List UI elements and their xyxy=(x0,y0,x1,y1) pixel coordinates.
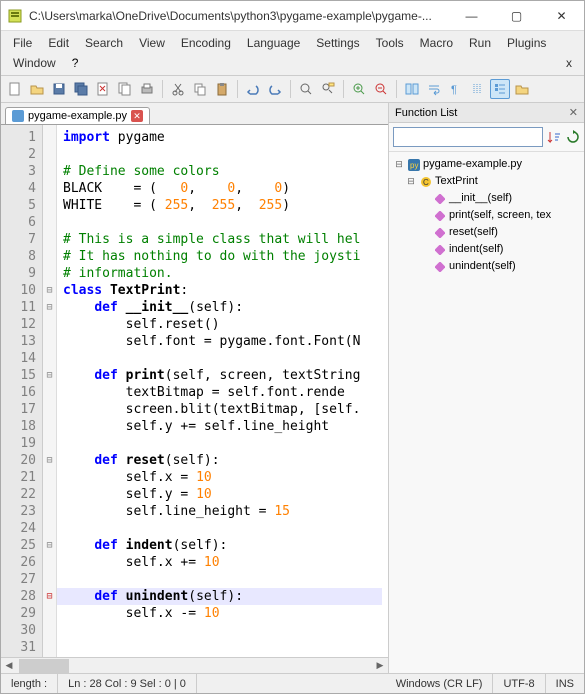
python-file-icon: py xyxy=(407,158,421,172)
app-window: C:\Users\marka\OneDrive\Documents\python… xyxy=(0,0,585,694)
all-chars-icon[interactable]: ¶ xyxy=(446,79,466,99)
menu-edit[interactable]: Edit xyxy=(40,33,77,53)
scrollbar-thumb[interactable] xyxy=(19,659,69,673)
menu-macro[interactable]: Macro xyxy=(412,33,461,53)
save-icon[interactable] xyxy=(49,79,69,99)
maximize-button[interactable]: ▢ xyxy=(494,1,539,30)
tree-root[interactable]: ⊟ py pygame-example.py xyxy=(391,156,582,173)
panel-tools xyxy=(389,123,584,152)
menu-plugins[interactable]: Plugins xyxy=(499,33,554,53)
app-icon xyxy=(7,8,23,24)
menu-help[interactable]: ? xyxy=(64,53,87,73)
zoom-in-icon[interactable] xyxy=(349,79,369,99)
menu-search[interactable]: Search xyxy=(77,33,131,53)
class-icon: C xyxy=(419,175,433,189)
menu-language[interactable]: Language xyxy=(239,33,308,53)
editor-pane: pygame-example.py ✕ 12345678910111213141… xyxy=(1,103,389,673)
main-area: pygame-example.py ✕ 12345678910111213141… xyxy=(1,103,584,673)
tab-close-icon[interactable]: ✕ xyxy=(131,110,143,122)
menu-view[interactable]: View xyxy=(131,33,173,53)
redo-icon[interactable] xyxy=(265,79,285,99)
menu-window[interactable]: Window xyxy=(5,53,64,73)
collapse-icon[interactable]: ⊟ xyxy=(405,173,417,190)
tree-method[interactable]: indent(self) xyxy=(391,241,582,258)
status-eol[interactable]: Windows (CR LF) xyxy=(386,674,494,693)
svg-text:C: C xyxy=(423,178,429,187)
tab-bar: pygame-example.py ✕ xyxy=(1,103,388,125)
close-button[interactable]: ✕ xyxy=(539,1,584,30)
menu-settings[interactable]: Settings xyxy=(308,33,367,53)
copy-icon[interactable] xyxy=(190,79,210,99)
open-file-icon[interactable] xyxy=(27,79,47,99)
new-file-icon[interactable] xyxy=(5,79,25,99)
find-icon[interactable] xyxy=(296,79,316,99)
menu-encoding[interactable]: Encoding xyxy=(173,33,239,53)
tab-file[interactable]: pygame-example.py ✕ xyxy=(5,107,150,124)
replace-icon[interactable] xyxy=(318,79,338,99)
tree-method[interactable]: unindent(self) xyxy=(391,258,582,275)
scroll-left-icon[interactable]: ◀ xyxy=(1,659,17,673)
status-ins[interactable]: INS xyxy=(546,674,584,693)
svg-text:py: py xyxy=(410,161,418,170)
svg-text:¶: ¶ xyxy=(451,84,457,96)
status-length: length : xyxy=(1,674,58,693)
close-all-icon[interactable] xyxy=(115,79,135,99)
status-encoding[interactable]: UTF-8 xyxy=(493,674,545,693)
folder-icon[interactable] xyxy=(512,79,532,99)
sync-scroll-icon[interactable] xyxy=(402,79,422,99)
titlebar: C:\Users\marka\OneDrive\Documents\python… xyxy=(1,1,584,31)
menu-run[interactable]: Run xyxy=(461,33,499,53)
tree-method[interactable]: __init__(self) xyxy=(391,190,582,207)
zoom-out-icon[interactable] xyxy=(371,79,391,99)
tree-method[interactable]: print(self, screen, tex xyxy=(391,207,582,224)
method-icon xyxy=(433,192,447,206)
print-icon[interactable] xyxy=(137,79,157,99)
function-search-input[interactable] xyxy=(393,127,543,147)
menu-tools[interactable]: Tools xyxy=(368,33,412,53)
file-icon xyxy=(12,110,24,122)
collapse-icon[interactable]: ⊟ xyxy=(393,156,405,173)
menu-overflow[interactable]: x xyxy=(558,53,580,73)
fold-margin[interactable]: ⊟⊟⊟⊟⊟⊟ xyxy=(43,125,57,657)
line-numbers: 1234567891011121314151617181920212223242… xyxy=(1,125,43,657)
cut-icon[interactable] xyxy=(168,79,188,99)
statusbar: length : Ln : 28 Col : 9 Sel : 0 | 0 Win… xyxy=(1,673,584,693)
undo-icon[interactable] xyxy=(243,79,263,99)
tree-class[interactable]: ⊟ C TextPrint xyxy=(391,173,582,190)
method-icon xyxy=(433,243,447,257)
sort-icon[interactable] xyxy=(547,128,562,146)
panel-title: Function List ✕ xyxy=(389,103,584,123)
paste-icon[interactable] xyxy=(212,79,232,99)
save-all-icon[interactable] xyxy=(71,79,91,99)
window-title: C:\Users\marka\OneDrive\Documents\python… xyxy=(29,9,449,23)
wrap-icon[interactable] xyxy=(424,79,444,99)
function-list-panel: Function List ✕ ⊟ py pygame-example.py ⊟… xyxy=(389,103,584,673)
tree-method[interactable]: reset(self) xyxy=(391,224,582,241)
status-position: Ln : 28 Col : 9 Sel : 0 | 0 xyxy=(58,674,197,693)
refresh-icon[interactable] xyxy=(566,128,581,146)
method-icon xyxy=(433,260,447,274)
minimize-button[interactable]: — xyxy=(449,1,494,30)
toolbar: ¶ xyxy=(1,76,584,103)
scroll-right-icon[interactable]: ▶ xyxy=(372,659,388,673)
horizontal-scrollbar[interactable]: ◀ ▶ xyxy=(1,657,388,673)
menu-file[interactable]: File xyxy=(5,33,40,53)
panel-close-icon[interactable]: ✕ xyxy=(569,106,578,119)
code-area[interactable]: import pygame# Define some colorsBLACK =… xyxy=(57,125,388,657)
method-icon xyxy=(433,226,447,240)
close-file-icon[interactable] xyxy=(93,79,113,99)
window-buttons: — ▢ ✕ xyxy=(449,1,584,30)
method-icon xyxy=(433,209,447,223)
code-editor[interactable]: 1234567891011121314151617181920212223242… xyxy=(1,125,388,657)
function-list-icon[interactable] xyxy=(490,79,510,99)
function-tree: ⊟ py pygame-example.py ⊟ C TextPrint __i… xyxy=(389,152,584,673)
tab-label: pygame-example.py xyxy=(28,110,127,122)
indent-guide-icon[interactable] xyxy=(468,79,488,99)
menubar: File Edit Search View Encoding Language … xyxy=(1,31,584,76)
